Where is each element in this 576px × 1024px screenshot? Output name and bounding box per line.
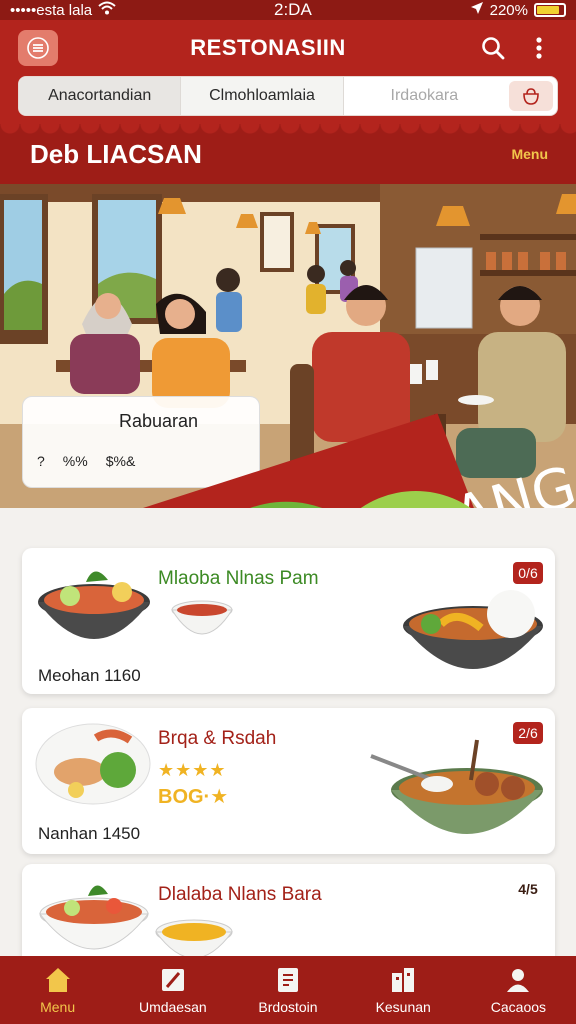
food-card-1[interactable]: Mlaoba Nlnas Pam Meohan 1160 0/6 [22, 548, 555, 694]
rating-label: BOG·★ [158, 786, 229, 808]
more-options-button[interactable] [520, 29, 558, 67]
nav-menu-label: Menu [40, 999, 76, 1015]
nav-menu[interactable]: Menu [0, 956, 115, 1024]
vegetables-icon [250, 491, 471, 508]
cart-button[interactable] [508, 81, 553, 111]
featured-meta-a: ? [37, 453, 45, 469]
section-title: Deb LIACSAN [30, 138, 202, 169]
search-icon [482, 37, 505, 60]
nav-kesunan[interactable]: Kesunan [346, 956, 461, 1024]
segment-2[interactable]: Clmohloamlaia [180, 77, 344, 115]
status-bar: •••••esta lala 2:DA 220% [0, 0, 576, 20]
wifi-icon [98, 1, 116, 19]
noodle-bowl-icon [38, 571, 150, 639]
receipt-icon [278, 968, 298, 992]
bag-icon [523, 88, 539, 105]
food-price-1: Meohan 1160 [38, 666, 141, 685]
more-vert-icon [536, 37, 542, 59]
curry-bowl-icon [370, 739, 543, 834]
food-name-1: Mlaoba Nlnas Pam [158, 568, 319, 589]
location-icon [470, 1, 484, 19]
nav-kesunan-label: Kesunan [375, 999, 431, 1015]
plate-icon [35, 723, 151, 805]
battery-percent: 220% [489, 1, 528, 19]
building-icon [392, 968, 415, 992]
soup-bowl-icon [171, 600, 233, 635]
featured-meta: ? %% $%& [37, 453, 135, 469]
food-name-3: Dlalaba Nlans Bara [158, 884, 322, 905]
nav-cacaoos[interactable]: Cacaoos [461, 956, 576, 1024]
featured-card[interactable]: DLDEA ANANG Rabuaran ? %% $%& [22, 396, 576, 508]
nav-umdaesan-label: Umdaesan [138, 999, 207, 1015]
section-menu-link[interactable]: Menu [511, 146, 548, 162]
user-icon [507, 969, 530, 992]
food-price-2: Nanhan 1450 [38, 824, 141, 843]
app-title: RESTONASIIN [190, 35, 346, 60]
battery-icon [534, 3, 566, 17]
nav-brdostoin[interactable]: Brdostoin [230, 956, 345, 1024]
nav-umdaesan[interactable]: Umdaesan [115, 956, 230, 1024]
menu-button[interactable] [18, 30, 58, 66]
hamburger-icon [27, 37, 49, 59]
carrier-label: •••••esta lala [10, 1, 93, 19]
featured-meta-b: %% [62, 453, 88, 469]
food-badge-1: 0/6 [513, 562, 543, 584]
edit-icon [161, 969, 184, 991]
segment-1[interactable]: Anacortandian [19, 77, 181, 115]
bottom-nav: Menu Umdaesan Brdostoin Kesunan Cacaoos [0, 956, 576, 1024]
section-header: Deb LIACSAN Menu [0, 124, 576, 184]
food-badge-3: 4/5 [518, 881, 538, 897]
salad-bowl-icon [38, 885, 150, 950]
segment-control: Anacortandian Clmohloamlaia Irdaokara [18, 76, 558, 116]
rating-stars: ★★★★ [158, 760, 227, 780]
clock: 2:DA [273, 0, 312, 19]
segment-3[interactable]: Irdaokara [344, 77, 505, 115]
food-name-2: Brqa & Rsdah [158, 728, 277, 749]
featured-meta-c: $%& [105, 453, 136, 469]
app-bar: RESTONASIIN Anacortandian Clmohloamlaia … [0, 20, 576, 124]
search-button[interactable] [474, 29, 512, 67]
nav-brdostoin-label: Brdostoin [258, 999, 318, 1015]
home-icon [45, 968, 70, 992]
hero-banner[interactable]: DLDEA ANANG Rabuaran ? %% $%& [0, 184, 576, 508]
featured-title: Rabuaran [119, 411, 199, 431]
rice-bowl-icon [403, 590, 543, 669]
food-card-2[interactable]: Brqa & Rsdah ★★★★ BOG·★ Nanhan 1450 2/6 [22, 708, 555, 854]
nav-cacaoos-label: Cacaoos [490, 999, 547, 1015]
